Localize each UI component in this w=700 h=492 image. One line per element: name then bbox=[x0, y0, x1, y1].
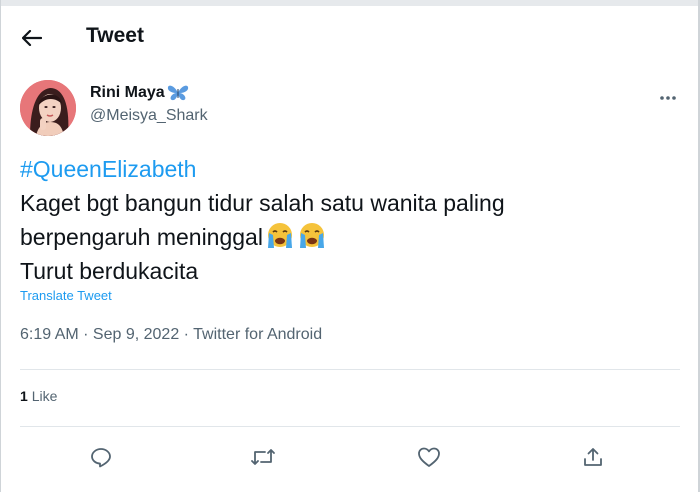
display-name[interactable]: Rini Maya bbox=[90, 84, 189, 102]
loudly-crying-face-icon bbox=[267, 223, 292, 248]
more-icon bbox=[660, 96, 676, 100]
tweet-meta: 6:19 AM · Sep 9, 2022 · Twitter for Andr… bbox=[20, 326, 322, 344]
window-left-edge bbox=[0, 0, 1, 492]
window-top-edge bbox=[0, 0, 700, 6]
tweet-author: Rini Maya @Meisya_Shark bbox=[20, 80, 680, 136]
hashtag-link[interactable]: #QueenElizabeth bbox=[20, 152, 660, 186]
display-name-text: Rini Maya bbox=[90, 84, 165, 101]
tweet-text: #QueenElizabeth Kaget bgt bangun tidur s… bbox=[20, 152, 660, 288]
tweet-line-1: Kaget bgt bangun tidur salah satu wanita… bbox=[20, 190, 505, 216]
page-header: Tweet bbox=[0, 14, 700, 60]
tweet-line-2-text: berpengaruh meninggal bbox=[20, 224, 263, 250]
tweet-line-3: Turut berdukacita bbox=[20, 258, 199, 284]
loudly-crying-face-icon bbox=[299, 223, 324, 248]
like-button[interactable] bbox=[414, 442, 444, 472]
like-count: 1 bbox=[20, 388, 28, 404]
reply-icon bbox=[91, 448, 111, 468]
more-options-button[interactable] bbox=[656, 86, 680, 110]
back-button[interactable] bbox=[16, 22, 48, 54]
reply-button[interactable] bbox=[86, 442, 116, 472]
meta-separator: · bbox=[78, 326, 93, 343]
share-button[interactable] bbox=[578, 442, 608, 472]
arrow-left-icon bbox=[22, 30, 42, 46]
translate-tweet-link[interactable]: Translate Tweet bbox=[20, 288, 112, 303]
divider bbox=[20, 369, 680, 370]
tweet-date[interactable]: Sep 9, 2022 bbox=[93, 326, 179, 343]
like-label: Like bbox=[31, 388, 58, 404]
meta-separator: · bbox=[179, 326, 194, 343]
tweet-actions bbox=[20, 440, 680, 474]
tweet-line-2: berpengaruh meninggal bbox=[20, 220, 660, 254]
avatar-photo bbox=[20, 80, 76, 136]
tweet-time[interactable]: 6:19 AM bbox=[20, 326, 79, 343]
divider bbox=[20, 426, 680, 427]
share-icon bbox=[584, 448, 602, 466]
retweet-button[interactable] bbox=[248, 442, 278, 472]
like-stats[interactable]: 1 Like bbox=[20, 388, 57, 404]
user-handle[interactable]: @Meisya_Shark bbox=[90, 107, 208, 125]
butterfly-icon bbox=[167, 85, 188, 101]
tweet-source[interactable]: Twitter for Android bbox=[193, 326, 322, 343]
retweet-icon bbox=[251, 449, 275, 465]
avatar[interactable] bbox=[20, 80, 76, 136]
page-title: Tweet bbox=[86, 24, 144, 47]
heart-icon bbox=[418, 447, 440, 467]
